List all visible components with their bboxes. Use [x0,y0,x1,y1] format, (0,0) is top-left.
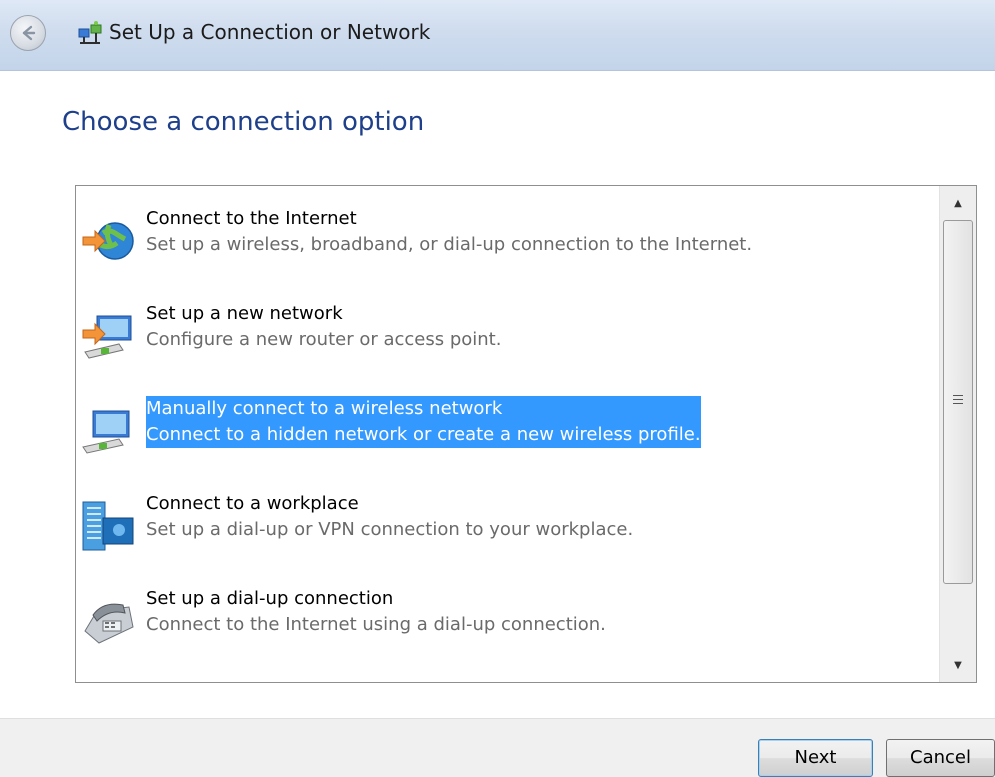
back-button[interactable] [10,15,46,51]
option-workplace[interactable]: Connect to a workplace Set up a dial-up … [76,491,936,571]
arrow-up-icon: ▲ [954,197,962,209]
option-title: Connect to a workplace [146,493,359,514]
grip-icon [953,395,963,407]
title-bar: Set Up a Connection or Network [0,0,995,71]
scroll-thumb[interactable] [943,220,973,584]
option-dialup[interactable]: Set up a dial-up connection Connect to t… [76,586,936,666]
option-description: Connect to the Internet using a dial-up … [146,614,606,635]
workplace-icon [82,501,134,551]
option-title: Connect to the Internet [146,208,357,229]
option-new-network[interactable]: Set up a new network Configure a new rou… [76,301,936,381]
globe-connect-icon [82,222,134,260]
scroll-up-button[interactable]: ▲ [940,188,976,218]
dialup-phone-icon [84,603,134,644]
window-title: Set Up a Connection or Network [109,20,431,44]
option-description: Connect to a hidden network or create a … [146,424,701,445]
option-text: Manually connect to a wireless network C… [146,396,701,448]
vertical-scrollbar[interactable]: ▲ ▼ [939,186,976,682]
wireless-network-icon [82,410,130,454]
button-bar: Next Cancel [0,718,995,777]
option-text: Set up a new network Configure a new rou… [146,301,501,353]
option-description: Set up a wireless, broadband, or dial-up… [146,234,753,255]
scroll-down-button[interactable]: ▼ [940,650,976,680]
cancel-button[interactable]: Cancel [886,739,995,777]
page-heading: Choose a connection option [62,107,425,137]
option-title: Set up a new network [146,303,343,324]
option-text: Set up a dial-up connection Connect to t… [146,586,606,638]
option-manual-wireless[interactable]: Manually connect to a wireless network C… [76,396,936,476]
option-connect-internet[interactable]: Connect to the Internet Set up a wireles… [76,206,936,286]
new-network-icon [82,315,132,359]
network-setup-icon [78,21,102,44]
option-title: Manually connect to a wireless network [146,398,503,419]
next-button[interactable]: Next [758,739,873,777]
option-text: Connect to a workplace Set up a dial-up … [146,491,633,543]
option-text: Connect to the Internet Set up a wireles… [146,206,752,258]
option-title: Set up a dial-up connection [146,588,394,609]
back-arrow-icon [22,25,36,41]
connection-options-list[interactable]: Connect to the Internet Set up a wireles… [75,185,977,683]
option-description: Set up a dial-up or VPN connection to yo… [146,519,634,540]
arrow-down-icon: ▼ [954,659,962,671]
option-description: Configure a new router or access point. [146,329,502,350]
